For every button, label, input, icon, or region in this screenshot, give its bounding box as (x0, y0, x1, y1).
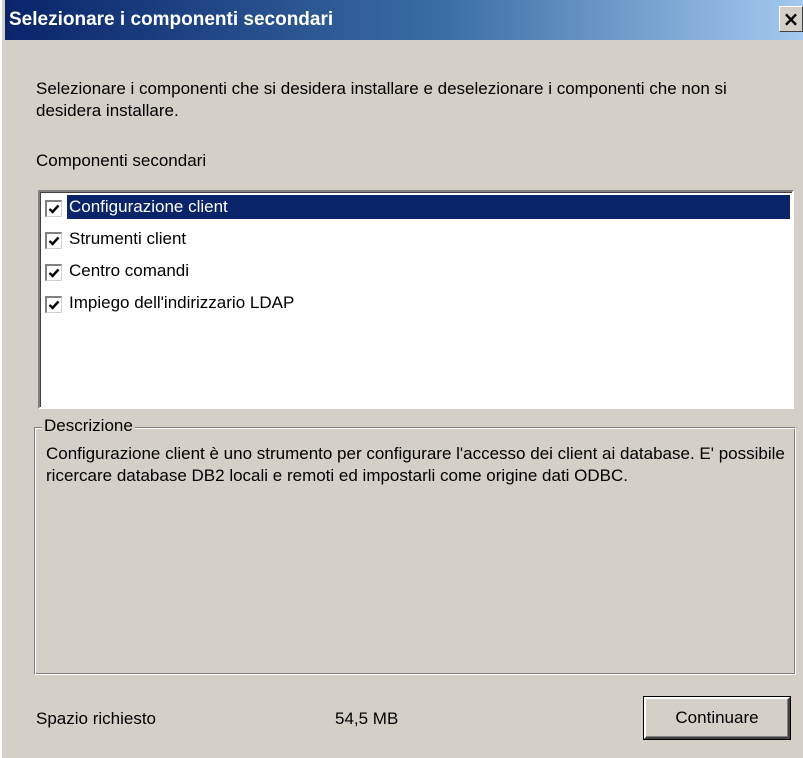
list-item-impiego-ldap[interactable]: Impiego dell'indirizzario LDAP (42, 288, 790, 318)
checkbox-strumenti-client[interactable] (45, 232, 62, 249)
description-legend: Descrizione (42, 415, 135, 437)
close-button[interactable]: × (779, 6, 803, 32)
list-item-label: Impiego dell'indirizzario LDAP (69, 293, 295, 312)
checkmark-icon (48, 236, 60, 246)
list-item-label: Centro comandi (69, 261, 190, 280)
continue-button[interactable]: Continuare (643, 696, 791, 740)
space-required-label: Spazio richiesto (36, 709, 157, 728)
list-item-label: Strumenti client (69, 229, 187, 248)
components-list-label: Componenti secondari (36, 151, 207, 170)
checkmark-icon (48, 268, 60, 278)
checkbox-configurazione-client[interactable] (45, 200, 62, 217)
space-required-value: 54,5 MB (335, 709, 399, 728)
close-icon: × (782, 7, 800, 31)
checkbox-impiego-ldap[interactable] (45, 296, 62, 313)
window-title: Selezionare i componenti secondari (9, 9, 334, 30)
components-list[interactable]: Configurazione client Strumenti client C… (38, 190, 794, 409)
title-bar[interactable]: Selezionare i componenti secondari × (5, 0, 803, 40)
dialog-window: Selezionare i componenti secondari × Sel… (0, 0, 803, 758)
list-item-centro-comandi[interactable]: Centro comandi (42, 256, 790, 286)
list-item-configurazione-client[interactable]: Configurazione client (42, 192, 790, 222)
description-text: Configurazione client è uno strumento pe… (46, 444, 785, 485)
checkmark-icon (48, 300, 60, 310)
checkmark-icon (48, 204, 60, 214)
instructions-text: Selezionare i componenti che si desidera… (36, 79, 727, 120)
checkbox-centro-comandi[interactable] (45, 264, 62, 281)
list-item-strumenti-client[interactable]: Strumenti client (42, 224, 790, 254)
list-item-label: Configurazione client (67, 195, 790, 219)
